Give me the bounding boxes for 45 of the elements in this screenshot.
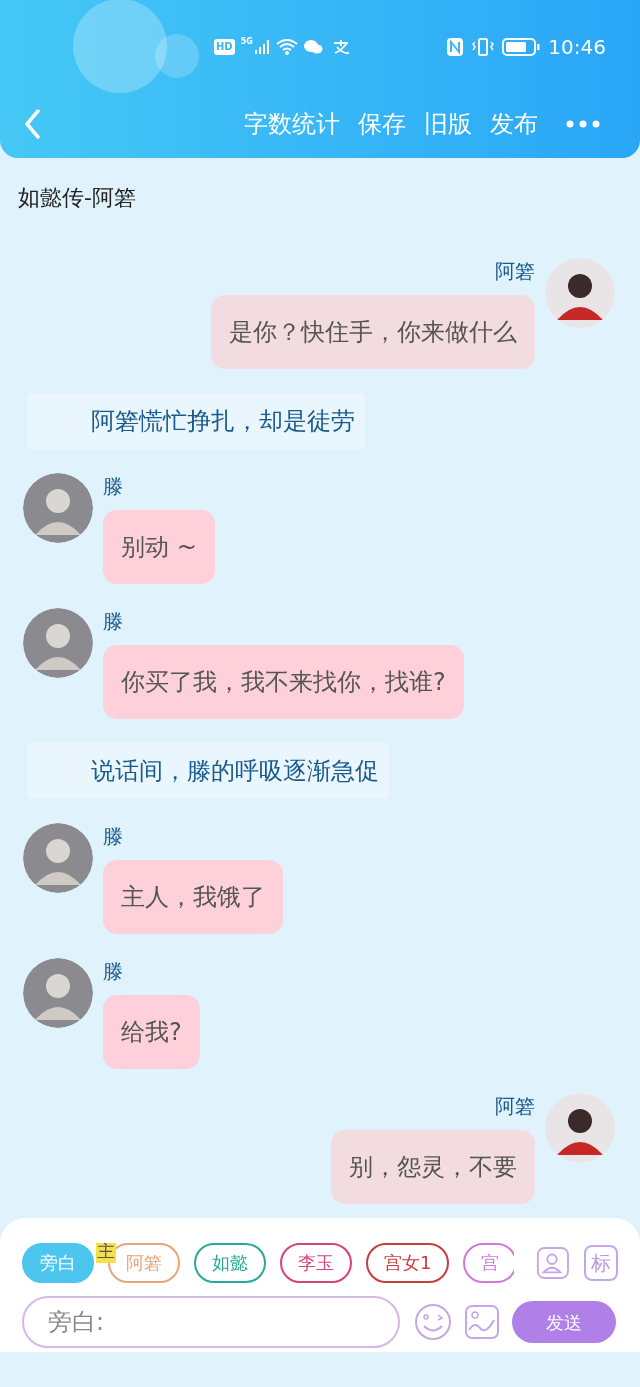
message-bubble: 你买了我，我不来找你，找谁? <box>103 645 464 719</box>
more-icon[interactable] <box>566 119 600 129</box>
send-button[interactable]: 发送 <box>512 1301 616 1343</box>
avatar <box>23 473 93 543</box>
speaker-name: 滕 <box>103 959 123 983</box>
status-time: 10:46 <box>548 34 606 61</box>
avatar <box>545 258 615 328</box>
avatar <box>545 1093 615 1163</box>
nfc-icon <box>446 37 465 57</box>
avatar <box>23 608 93 678</box>
mark-button[interactable]: 标 <box>583 1245 618 1281</box>
image-icon[interactable] <box>464 1304 500 1340</box>
nav-action[interactable]: 字数统计 <box>244 108 340 140</box>
network-label: 5G <box>240 36 253 48</box>
speaker-name: 滕 <box>103 474 123 498</box>
message-bubble: 别，怨灵，不要 <box>331 1130 535 1204</box>
nav-action[interactable]: 旧版 <box>424 108 472 140</box>
role-chip[interactable]: 旁白 <box>22 1243 94 1283</box>
message-bubble: 别动 ~ <box>103 510 215 584</box>
avatar <box>23 823 93 893</box>
message-bubble: 主人，我饿了 <box>103 860 283 934</box>
wifi-icon <box>275 38 298 56</box>
signal-icon <box>253 39 270 55</box>
vibrate-icon <box>472 37 495 57</box>
role-chip[interactable]: 李玉 <box>280 1243 352 1283</box>
message-bubble: 是你？快住手，你来做什么 <box>211 295 535 369</box>
speaker-name: 滕 <box>103 824 123 848</box>
message-bubble: 给我? <box>103 995 200 1069</box>
speaker-name: 阿箬 <box>495 1094 535 1118</box>
role-chip[interactable]: 宫 <box>463 1243 514 1283</box>
narration-text: 说话间，滕的呼吸逐渐急促 <box>27 743 389 799</box>
narration-text: 阿箬慌忙挣扎，却是徒劳 <box>27 393 365 449</box>
speaker-name: 阿箬 <box>495 259 535 283</box>
nav-action[interactable]: 保存 <box>358 108 406 140</box>
contact-card-icon[interactable] <box>536 1245 570 1281</box>
emoji-icon[interactable] <box>414 1303 452 1341</box>
message-input[interactable]: 旁白: <box>22 1296 400 1348</box>
speaker-name: 滕 <box>103 609 123 633</box>
role-chip[interactable]: 如懿 <box>194 1243 266 1283</box>
battery-icon <box>502 37 541 57</box>
nav-action[interactable]: 发布 <box>490 108 538 140</box>
role-chip[interactable]: 宫女1 <box>366 1243 450 1283</box>
avatar <box>23 958 93 1028</box>
story-title: 如懿传-阿箬 <box>18 185 136 210</box>
hd-icon: HD <box>214 39 235 55</box>
